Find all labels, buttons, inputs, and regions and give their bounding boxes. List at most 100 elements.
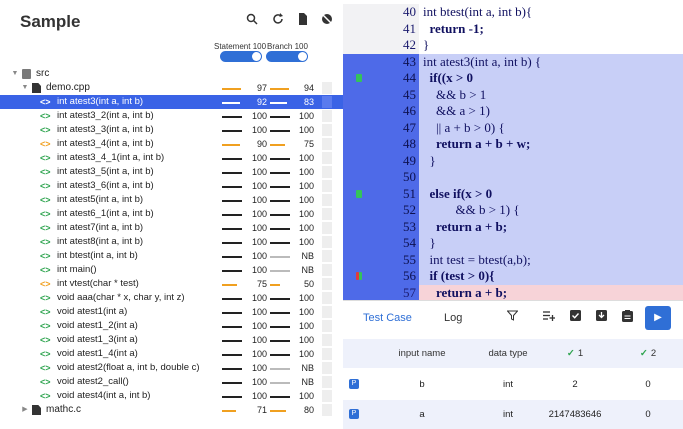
- statement-coverage-bar: [222, 102, 240, 104]
- statement-toggle[interactable]: [220, 51, 262, 62]
- branch-covered-marker[interactable]: [356, 74, 362, 82]
- branch-coverage-bar: [270, 340, 290, 342]
- add-list-icon[interactable]: [541, 310, 557, 326]
- tree-function[interactable]: <> int atest3_3(int a, int b) 100 100: [0, 123, 343, 137]
- tree-function[interactable]: <> int vtest(char * test) 75 50: [0, 277, 343, 291]
- tree-folder[interactable]: ▼ src: [0, 67, 343, 81]
- tree-function[interactable]: <> int atest3_4_1(int a, int b) 100 100: [0, 151, 343, 165]
- code-line[interactable]: 57 return a + b;: [343, 284, 683, 300]
- tree-function[interactable]: <> int atest7(int a, int b) 100 100: [0, 221, 343, 235]
- branch-coverage-bar: [270, 396, 290, 398]
- test-case-table: input name data type ✓ 1 ✓ 2 P b int 2 0 P…: [343, 339, 683, 429]
- cell-case-2[interactable]: 0: [613, 400, 683, 429]
- code-line[interactable]: 52 && b > 1) {: [343, 202, 683, 219]
- branch-coverage-bar: [270, 172, 290, 174]
- tree-function[interactable]: <> void atest4(int a, int b) 100 100: [0, 389, 343, 403]
- chevron-down-icon[interactable]: ▼: [11, 67, 19, 81]
- code-line[interactable]: 47 || a + b > 0) {: [343, 119, 683, 136]
- code-line[interactable]: 48 return a + b + w;: [343, 136, 683, 153]
- line-number: 44: [403, 70, 416, 85]
- statement-coverage-value: 90: [256, 139, 267, 149]
- run-button[interactable]: ▶: [645, 306, 671, 330]
- table-header-case-1[interactable]: ✓ 1: [537, 339, 613, 368]
- tree-function[interactable]: <> int atest8(int a, int b) 100 100: [0, 235, 343, 249]
- cell-case-2[interactable]: 0: [613, 370, 683, 399]
- tab-log[interactable]: Log: [444, 312, 462, 324]
- tree-function[interactable]: <> void aaa(char * x, char y, int z) 100 10…: [0, 291, 343, 305]
- tree-file[interactable]: ▶ mathc.c 71 80: [0, 403, 343, 417]
- row-status-cell: [322, 404, 332, 416]
- tree-function[interactable]: <> void atest1_4(int a) 100 100: [0, 347, 343, 361]
- check-square-icon[interactable]: [567, 310, 583, 326]
- chevron-down-icon[interactable]: ▼: [21, 81, 29, 95]
- row-status-cell: [322, 236, 332, 248]
- row-status-cell: [322, 152, 332, 164]
- tree-function[interactable]: <> int atest3_5(int a, int b) 100 100: [0, 165, 343, 179]
- branch-covered-marker[interactable]: [356, 189, 362, 198]
- code-line[interactable]: 54 }: [343, 235, 683, 252]
- code-icon: <>: [40, 209, 51, 219]
- tree-function[interactable]: <> int atest3_6(int a, int b) 100 100: [0, 179, 343, 193]
- branch-coverage-bar: [270, 130, 290, 132]
- branch-covered-marker[interactable]: [359, 272, 362, 280]
- statement-coverage-value: 100: [251, 195, 267, 205]
- tree-function[interactable]: <> void atest1_3(int a) 100 100: [0, 333, 343, 347]
- tree-function[interactable]: <> void atest2_call() 100 NB: [0, 375, 343, 389]
- code-line[interactable]: 42}: [343, 37, 683, 54]
- clipboard-icon[interactable]: [619, 310, 635, 326]
- branch-coverage-value: 100: [298, 125, 314, 135]
- code-line[interactable]: 56 if (test > 0){: [343, 268, 683, 285]
- code-line[interactable]: 51 else if(x > 0: [343, 185, 683, 202]
- code-line[interactable]: 55 int test = btest(a,b);: [343, 251, 683, 268]
- tree-function[interactable]: <> void atest1(int a) 100 100: [0, 305, 343, 319]
- statement-coverage-bar: [222, 410, 236, 412]
- code-line[interactable]: 53 return a + b;: [343, 218, 683, 235]
- filter-icon[interactable]: [504, 310, 520, 326]
- code-line[interactable]: 40 int btest(int a, int b){: [343, 4, 683, 21]
- search-icon[interactable]: [244, 13, 260, 29]
- tree-function[interactable]: <> int atest3(int a, int b) 92 83: [0, 95, 343, 109]
- code-line[interactable]: 41 return -1;: [343, 20, 683, 37]
- cell-case-1[interactable]: 2: [537, 370, 613, 399]
- cell-case-1[interactable]: 2147483646: [537, 400, 613, 429]
- branch-coverage-value: NB: [301, 265, 314, 275]
- statement-coverage-bar: [222, 144, 240, 146]
- code-text: int atest3(int a, int b) {: [423, 53, 542, 69]
- branch-toggle[interactable]: [266, 51, 308, 62]
- code-line[interactable]: 46 && a > 1): [343, 103, 683, 120]
- table-header-case-2[interactable]: ✓ 2: [613, 339, 683, 368]
- code-line[interactable]: 43 int atest3(int a, int b) {: [343, 53, 683, 70]
- code-line[interactable]: 44 if((x > 0: [343, 70, 683, 87]
- code-text: int test = btest(a,b);: [423, 251, 531, 267]
- tree-function[interactable]: <> int btest(int a, int b) 100 NB: [0, 249, 343, 263]
- code-line[interactable]: 45 && b > 1: [343, 86, 683, 103]
- statement-coverage-value: 100: [251, 237, 267, 247]
- tree-function[interactable]: <> int atest3_2(int a, int b) 100 100: [0, 109, 343, 123]
- chevron-right-icon[interactable]: ▶: [21, 403, 29, 417]
- download-icon[interactable]: [593, 310, 609, 326]
- code-line[interactable]: 49 }: [343, 152, 683, 169]
- tree-function[interactable]: <> int atest5(int a, int b) 100 100: [0, 193, 343, 207]
- code-text: return a + b;: [423, 284, 508, 300]
- tree-label: void atest1_3(int a): [57, 334, 138, 345]
- tree-function[interactable]: <> int main() 100 NB: [0, 263, 343, 277]
- file-icon[interactable]: [295, 13, 311, 29]
- statement-coverage-value: 71: [256, 405, 267, 415]
- code-text: else if(x > 0: [423, 185, 493, 201]
- line-number: 51: [403, 185, 416, 201]
- hide-icon[interactable]: [319, 13, 335, 29]
- code-icon: <>: [40, 167, 51, 177]
- tab-test-case[interactable]: Test Case: [363, 312, 412, 324]
- refresh-icon[interactable]: [270, 13, 286, 29]
- statement-coverage-value: 100: [251, 391, 267, 401]
- tree-function[interactable]: <> int atest6_1(int a, int b) 100 100: [0, 207, 343, 221]
- tree-function[interactable]: <> int atest3_4(int a, int b) 90 75: [0, 137, 343, 151]
- code-line[interactable]: 50: [343, 169, 683, 186]
- row-status-cell: [322, 180, 332, 192]
- statement-coverage-bar: [222, 172, 242, 174]
- tree-file[interactable]: ▼ demo.cpp 97 94: [0, 81, 343, 95]
- tree-function[interactable]: <> void atest2(float a, int b, double c) 1…: [0, 361, 343, 375]
- branch-coverage-value: 94: [303, 83, 314, 93]
- tree-function[interactable]: <> void atest1_2(int a) 100 100: [0, 319, 343, 333]
- tree-label: void atest1_2(int a): [57, 320, 138, 331]
